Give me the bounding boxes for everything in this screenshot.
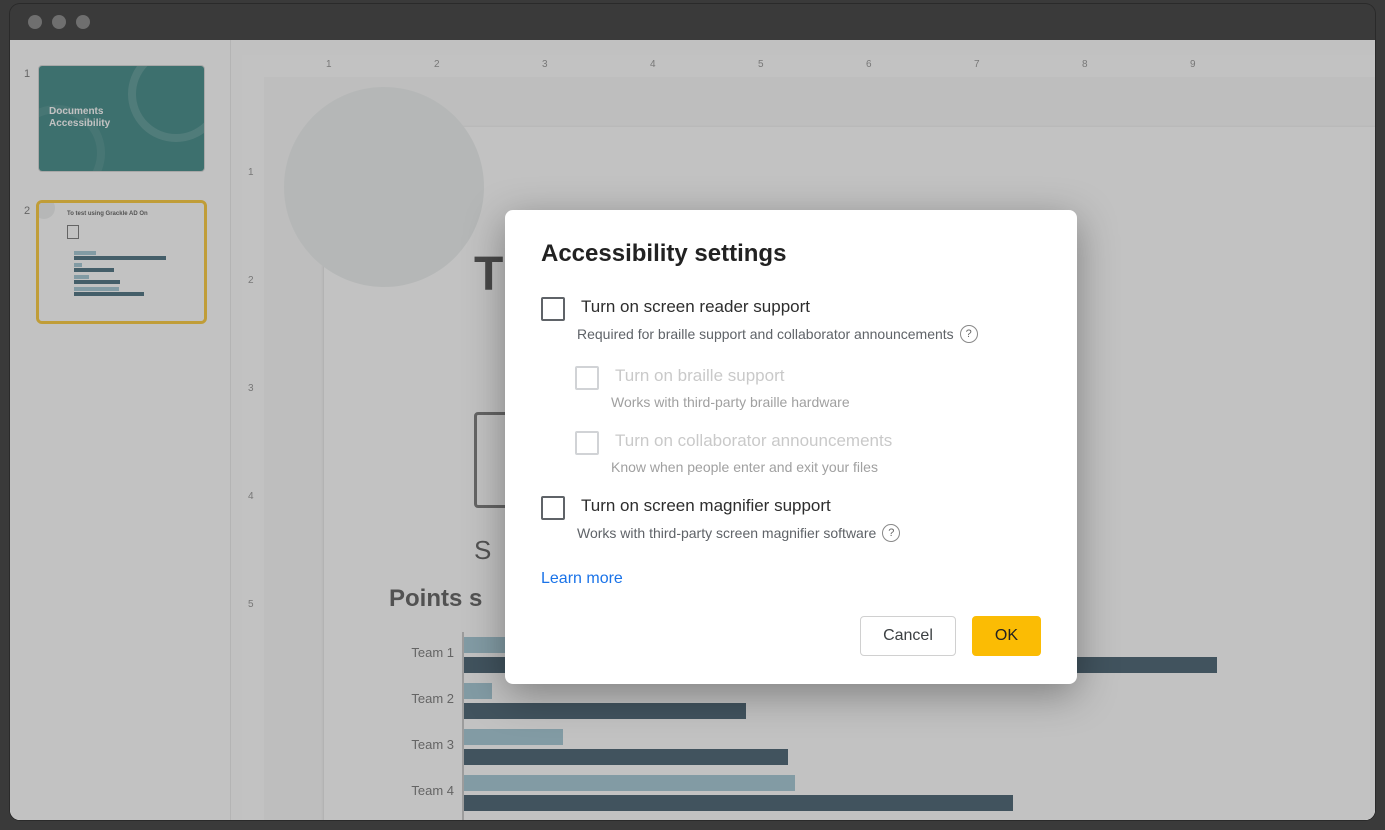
option-description: Works with third-party screen magnifier …: [577, 525, 876, 541]
option-desc-row: Required for braille support and collabo…: [577, 325, 1041, 343]
ok-button[interactable]: OK: [972, 616, 1041, 656]
checkbox-screen-reader[interactable]: [541, 297, 565, 321]
option-collab[interactable]: Turn on collaborator announcements: [575, 430, 1041, 455]
option-label: Turn on collaborator announcements: [615, 431, 892, 451]
checkbox-collab: [575, 431, 599, 455]
traffic-light-min[interactable]: [52, 15, 66, 29]
dialog-actions: Cancel OK: [541, 616, 1041, 656]
option-description: Know when people enter and exit your fil…: [611, 459, 878, 475]
option-label: Turn on screen reader support: [581, 297, 810, 317]
option-desc-row: Know when people enter and exit your fil…: [611, 459, 1041, 475]
option-description: Works with third-party braille hardware: [611, 394, 850, 410]
option-screen-reader[interactable]: Turn on screen reader support: [541, 296, 1041, 321]
traffic-light-close[interactable]: [28, 15, 42, 29]
dialog-title: Accessibility settings: [541, 240, 1041, 268]
option-braille[interactable]: Turn on braille support: [575, 365, 1041, 390]
checkbox-braille: [575, 366, 599, 390]
window-titlebar: [10, 4, 1375, 40]
cancel-button[interactable]: Cancel: [860, 616, 956, 656]
option-label: Turn on braille support: [615, 366, 784, 386]
app-content: 1 Documents Accessibility 2 To test usin…: [10, 40, 1375, 820]
option-desc-row: Works with third-party screen magnifier …: [577, 524, 1041, 542]
checkbox-magnifier[interactable]: [541, 496, 565, 520]
help-icon[interactable]: ?: [960, 325, 978, 343]
learn-more-link[interactable]: Learn more: [541, 570, 623, 588]
traffic-light-max[interactable]: [76, 15, 90, 29]
accessibility-settings-dialog: Accessibility settings Turn on screen re…: [505, 210, 1077, 684]
help-icon[interactable]: ?: [882, 524, 900, 542]
option-label: Turn on screen magnifier support: [581, 496, 831, 516]
option-magnifier[interactable]: Turn on screen magnifier support: [541, 495, 1041, 520]
option-desc-row: Works with third-party braille hardware: [611, 394, 1041, 410]
option-description: Required for braille support and collabo…: [577, 326, 954, 342]
app-window: 1 Documents Accessibility 2 To test usin…: [10, 4, 1375, 820]
